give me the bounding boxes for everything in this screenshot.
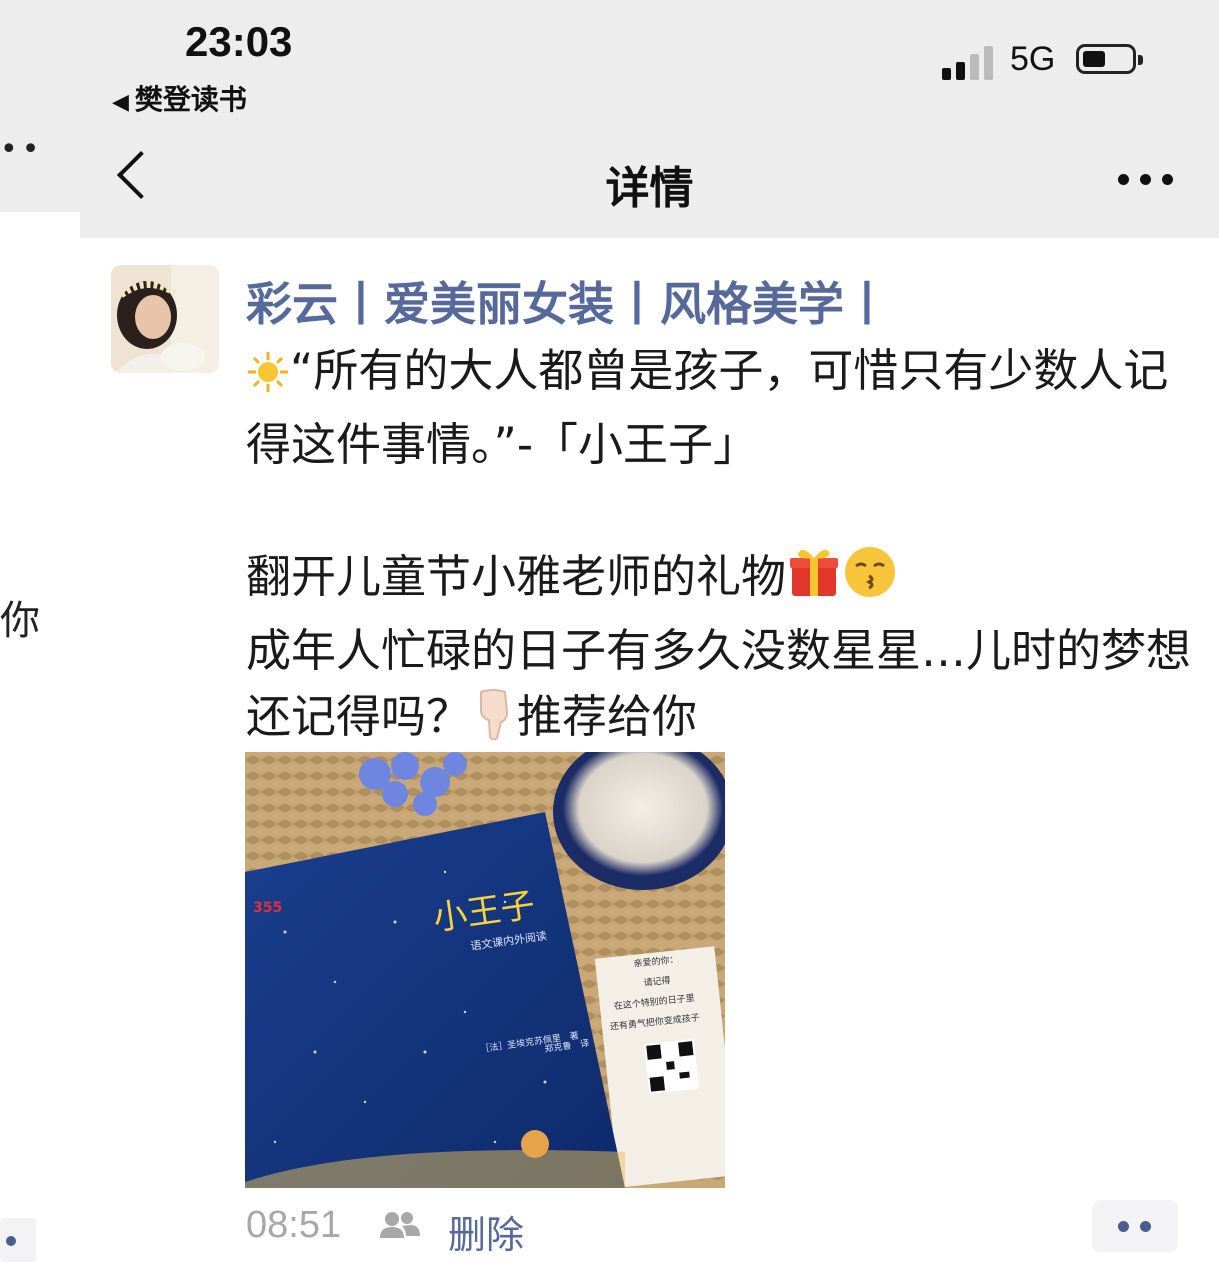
page-title: 详情 — [605, 163, 694, 214]
back-app-label: 樊登读书 — [134, 83, 247, 116]
peek-comment-button — [0, 1218, 36, 1262]
previous-screen-peek: •• 你 — [0, 0, 80, 1280]
friends-icon[interactable] — [378, 1210, 422, 1240]
post-meta: 08:51 删除 — [246, 1204, 1206, 1257]
post-text-line-3-tail: 推荐给你 — [517, 690, 698, 743]
post-text-line-2: 翻开儿童节小雅老师的礼物 — [246, 550, 787, 603]
post-author[interactable]: 彩云丨爱美丽女装丨风格美学丨 — [246, 268, 890, 334]
navigation-bar: 详情 — [80, 130, 1219, 238]
back-triangle-icon: ◀ — [112, 90, 129, 115]
back-to-app-link[interactable]: ◀ 樊登读书 — [112, 78, 247, 118]
pointing-down-emoji-icon — [471, 686, 517, 758]
avatar[interactable] — [111, 265, 219, 373]
moments-detail-screen: 23:03 ◀ 樊登读书 5G 详情 彩云丨爱美丽女装丨风格美学丨 “所有的大人都… — [80, 0, 1219, 1280]
more-icon[interactable] — [1110, 164, 1180, 194]
status-bar: 23:03 ◀ 樊登读书 5G — [80, 0, 1219, 130]
signal-icon — [942, 46, 998, 80]
post-text: “所有的大人都曾是孩子，可惜只有少数人记得这件事情。”-「小王子」 翻开儿童节小… — [246, 338, 1206, 758]
battery-icon — [1076, 44, 1143, 74]
post-text-line-3: 成年人忙碌的日子有多久没数星星…儿时的梦想还记得吗？ — [246, 624, 1192, 743]
peek-more-icon: •• — [0, 132, 44, 167]
kiss-emoji-icon — [842, 544, 898, 618]
post-photo[interactable]: 355 小王子 语文课内外阅读 ［法］圣埃克苏佩里 著 郑克鲁 译 亲爱的你： … — [245, 752, 725, 1188]
post-text-line-1: “所有的大人都曾是孩子，可惜只有少数人记得这件事情。”-「小王子」 — [246, 344, 1169, 471]
gift-emoji-icon — [786, 544, 842, 618]
peek-header — [0, 0, 80, 212]
svg-text:355: 355 — [253, 900, 282, 916]
peek-text: 你 — [0, 598, 40, 644]
comment-button[interactable] — [1092, 1200, 1178, 1252]
delete-link[interactable]: 删除 — [448, 1204, 524, 1259]
post-time: 08:51 — [246, 1204, 342, 1246]
network-type: 5G — [1010, 40, 1056, 78]
status-time: 23:03 — [185, 18, 293, 65]
sun-emoji-icon — [246, 346, 290, 412]
